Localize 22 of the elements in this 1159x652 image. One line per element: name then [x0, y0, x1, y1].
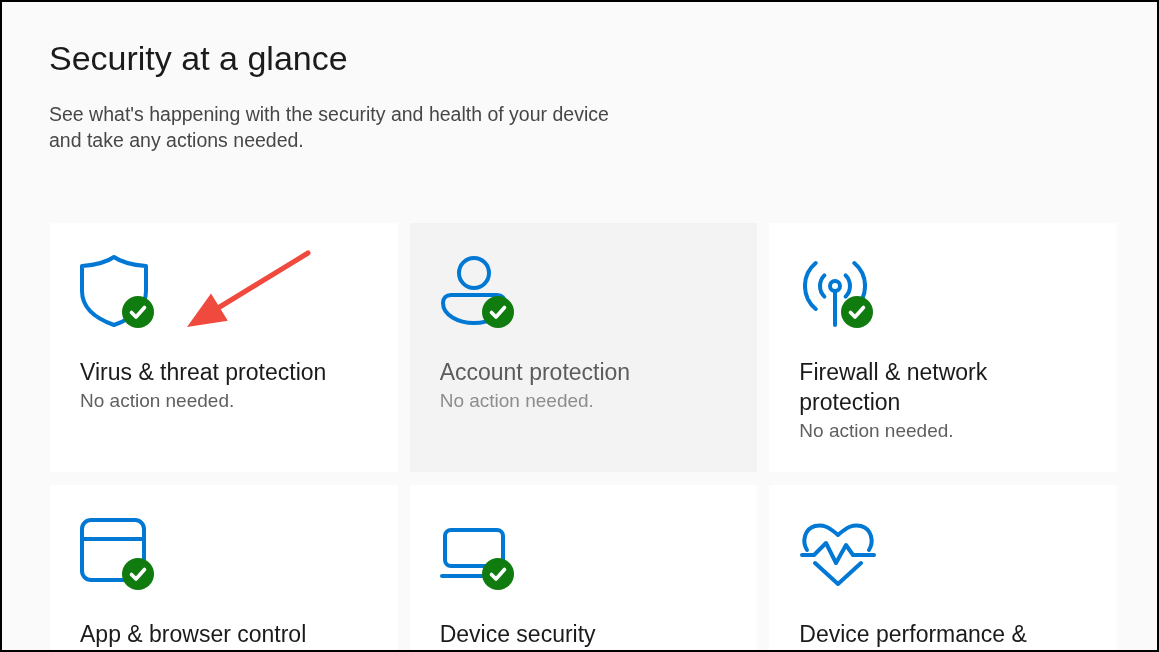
status-card[interactable]: App & browser control	[50, 485, 398, 650]
card-title: Device performance &	[799, 620, 1027, 649]
shield-icon	[80, 255, 148, 327]
page-title: Security at a glance	[49, 38, 348, 79]
card-title: Account protection	[439, 358, 631, 387]
card-status: No action needed.	[799, 419, 954, 443]
status-card[interactable]: Device security	[409, 485, 758, 650]
antenna-icon	[803, 260, 868, 327]
card-title: Virus & threat protection	[80, 358, 327, 387]
page-description: See what's happening with the security and health of your device and take any actions needed.	[49, 102, 610, 153]
status-card[interactable]: Firewall & network protection No action needed.	[769, 223, 1117, 472]
card-status: No action needed.	[80, 389, 235, 413]
status-card[interactable]: Device performance &	[769, 485, 1117, 650]
status-card[interactable]: Account protection No action needed.	[409, 223, 758, 472]
browser-window-icon	[80, 518, 146, 582]
card-title: Firewall & network protection	[799, 358, 989, 417]
card-title: App & browser control	[80, 620, 307, 649]
status-card[interactable]: Virus & threat protection No action needed.	[50, 223, 398, 472]
heart-pulse-icon	[800, 520, 877, 586]
card-status: No action needed.	[439, 389, 594, 413]
person-icon	[440, 256, 507, 325]
card-title: Device security	[439, 620, 596, 649]
